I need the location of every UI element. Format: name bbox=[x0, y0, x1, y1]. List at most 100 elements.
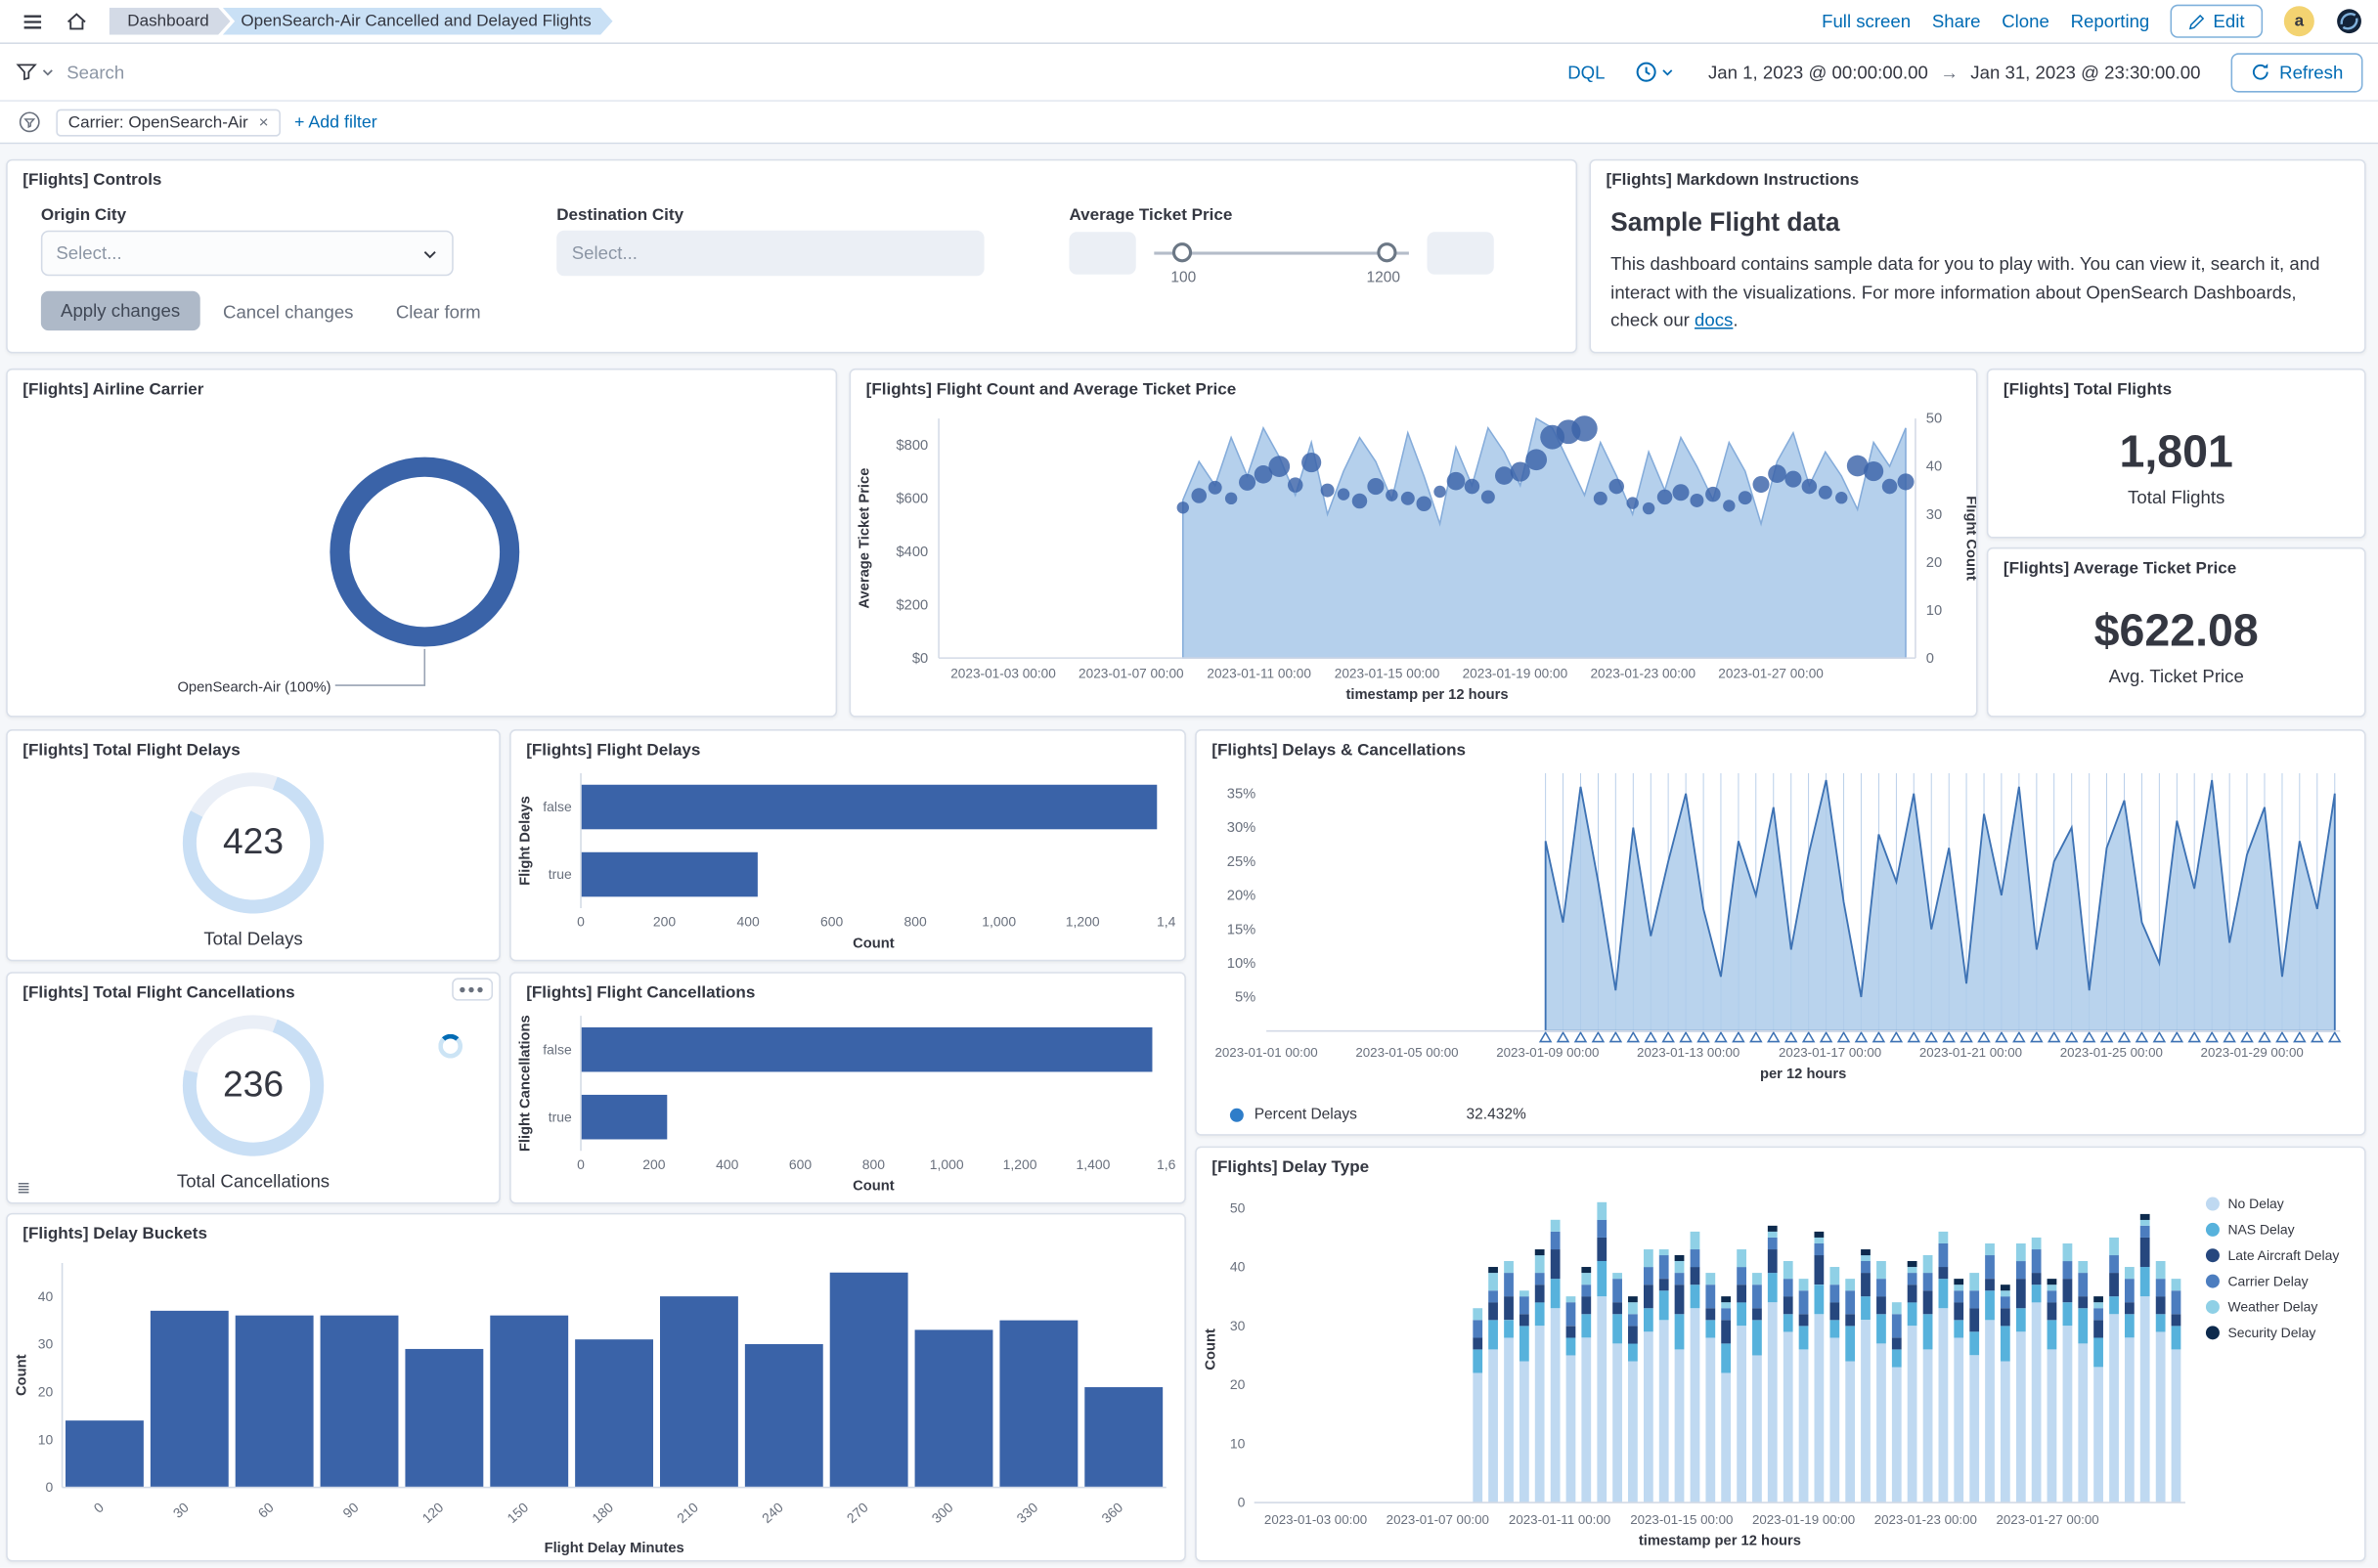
avatar[interactable]: a bbox=[2284, 6, 2314, 36]
svg-text:50: 50 bbox=[1230, 1199, 1246, 1215]
svg-text:Flight Delay Minutes: Flight Delay Minutes bbox=[545, 1541, 684, 1556]
panel-title[interactable]: [Flights] Flight Delays bbox=[511, 731, 1185, 763]
bar-segment bbox=[1488, 1320, 1498, 1349]
apply-changes-button[interactable]: Apply changes bbox=[41, 291, 199, 330]
gauge-label: Total Cancellations bbox=[177, 1170, 330, 1192]
search-input[interactable] bbox=[66, 62, 1546, 83]
cancel-changes-button[interactable]: Cancel changes bbox=[223, 302, 353, 324]
price-max-input[interactable] bbox=[1428, 232, 1494, 274]
bar-segment bbox=[1581, 1314, 1591, 1337]
panel-title[interactable]: [Flights] Markdown Instructions bbox=[1591, 160, 2364, 193]
bar-segment bbox=[1814, 1238, 1824, 1243]
filter-options-button[interactable] bbox=[16, 109, 43, 136]
delay-type-chart[interactable]: 01020304050Count2023-01-03 00:002023-01-… bbox=[1197, 1178, 2364, 1560]
bar-segment bbox=[1488, 1273, 1498, 1290]
total-flights-label: Total Flights bbox=[2128, 486, 2224, 507]
airline-carrier-chart[interactable]: OpenSearch-Air (100%) bbox=[8, 400, 836, 716]
svg-text:210: 210 bbox=[674, 1499, 701, 1526]
bar-segment bbox=[1923, 1255, 1933, 1273]
home-button[interactable] bbox=[59, 5, 92, 38]
refresh-icon bbox=[2251, 63, 2270, 82]
bar-segment bbox=[1829, 1302, 1839, 1320]
edit-button[interactable]: Edit bbox=[2171, 5, 2263, 38]
svg-text:per 12 hours: per 12 hours bbox=[1760, 1067, 1846, 1082]
svg-text:800: 800 bbox=[862, 1156, 886, 1172]
bar-segment bbox=[1939, 1308, 1949, 1503]
panel-title[interactable]: [Flights] Delay Buckets bbox=[8, 1214, 1185, 1246]
close-icon[interactable]: × bbox=[259, 113, 269, 132]
chevron-down-icon bbox=[1661, 65, 1675, 79]
flight-delays-chart[interactable]: 02004006008001,0001,2001,4CountFlight De… bbox=[511, 762, 1185, 960]
bar-segment bbox=[1752, 1355, 1762, 1503]
breadcrumb-dashboard[interactable]: Dashboard bbox=[110, 8, 231, 35]
bar-segment bbox=[1691, 1267, 1700, 1285]
svg-text:Flight Cancellations: Flight Cancellations bbox=[517, 1015, 533, 1152]
annotation-marker bbox=[2013, 1032, 2024, 1041]
legend-toggle-icon[interactable]: ≣ bbox=[17, 1178, 30, 1198]
bar-segment bbox=[1814, 1232, 1824, 1238]
bubble bbox=[1705, 487, 1721, 502]
price-min-input[interactable] bbox=[1069, 232, 1135, 274]
bar-segment bbox=[1752, 1273, 1762, 1285]
menu-button[interactable] bbox=[16, 5, 49, 38]
add-filter-link[interactable]: + Add filter bbox=[294, 113, 377, 132]
bar-segment bbox=[1892, 1302, 1902, 1314]
clone-link[interactable]: Clone bbox=[2002, 11, 2049, 32]
origin-city-select[interactable]: Select... bbox=[41, 231, 454, 277]
bar-segment bbox=[1721, 1308, 1731, 1320]
svg-text:10%: 10% bbox=[1227, 956, 1255, 972]
date-to[interactable]: Jan 31, 2023 @ 23:30:00.00 bbox=[1970, 62, 2200, 83]
price-min-value: 100 bbox=[1170, 270, 1196, 286]
bar-segment bbox=[1597, 1220, 1607, 1238]
date-from[interactable]: Jan 1, 2023 @ 00:00:00.00 bbox=[1708, 62, 1928, 83]
bar-segment bbox=[1737, 1249, 1746, 1267]
refresh-button[interactable]: Refresh bbox=[2231, 53, 2363, 92]
price-slider-handle-min[interactable] bbox=[1172, 242, 1192, 262]
bar-segment bbox=[1768, 1249, 1778, 1273]
logo-icon bbox=[2336, 8, 2363, 35]
bar-segment bbox=[1535, 1255, 1545, 1273]
share-link[interactable]: Share bbox=[1932, 11, 1981, 32]
delay-buckets-chart[interactable]: 010203040CountFlight Delay Minutes030609… bbox=[8, 1244, 1185, 1560]
svg-text:$0: $0 bbox=[912, 651, 928, 667]
dql-button[interactable]: DQL bbox=[1559, 62, 1614, 83]
flight-count-price-chart[interactable]: $0$200$400$600$800010203040502023-01-03 … bbox=[851, 400, 1976, 716]
panel-title[interactable]: [Flights] Delay Type bbox=[1197, 1148, 2364, 1180]
panel-title[interactable]: [Flights] Controls bbox=[8, 160, 1576, 193]
bar-segment bbox=[1845, 1326, 1855, 1361]
price-slider-track[interactable] bbox=[1154, 251, 1409, 254]
panel-title[interactable]: [Flights] Delays & Cancellations bbox=[1197, 731, 2364, 763]
panel-airline-carrier: [Flights] Airline Carrier OpenSearch-Air… bbox=[6, 369, 837, 718]
price-slider-handle-max[interactable] bbox=[1377, 242, 1396, 262]
bar-segment bbox=[1892, 1337, 1902, 1349]
bar-segment bbox=[1814, 1255, 1824, 1285]
bar-segment bbox=[1861, 1255, 1871, 1261]
svg-text:120: 120 bbox=[418, 1499, 446, 1526]
full-screen-link[interactable]: Full screen bbox=[1822, 11, 1911, 32]
total-cancellations-gauge[interactable]: 236 bbox=[176, 1008, 330, 1162]
destination-city-select[interactable]: Select... bbox=[556, 231, 984, 277]
legend-label[interactable]: Percent Delays bbox=[1255, 1107, 1357, 1123]
clear-form-button[interactable]: Clear form bbox=[396, 302, 481, 324]
bar-segment bbox=[2140, 1214, 2150, 1220]
reporting-link[interactable]: Reporting bbox=[2071, 11, 2150, 32]
bar-segment bbox=[1939, 1232, 1949, 1243]
opensearch-logo-icon[interactable] bbox=[2336, 8, 2363, 35]
panel-title[interactable]: [Flights] Flight Cancellations bbox=[511, 974, 1185, 1006]
bar-segment bbox=[2125, 1314, 2135, 1337]
docs-link[interactable]: docs bbox=[1695, 310, 1733, 331]
filter-pill-carrier[interactable]: Carrier: OpenSearch-Air × bbox=[56, 109, 281, 136]
delays-cancellations-chart[interactable]: 5%10%15%20%25%30%35%2023-01-01 00:002023… bbox=[1197, 762, 2364, 1095]
time-picker-quick-menu[interactable] bbox=[1626, 61, 1684, 83]
total-delays-gauge[interactable]: 423 bbox=[176, 765, 330, 920]
flight-cancellations-chart[interactable]: 02004006008001,0001,2001,4001,6CountFlig… bbox=[511, 1004, 1185, 1202]
date-range[interactable]: Jan 1, 2023 @ 00:00:00.00 → Jan 31, 2023… bbox=[1696, 62, 2213, 83]
bar-segment bbox=[1488, 1349, 1498, 1503]
bar-segment bbox=[1675, 1261, 1685, 1273]
svg-text:2023-01-21 00:00: 2023-01-21 00:00 bbox=[1919, 1045, 2022, 1060]
chart-legend[interactable]: Percent Delays 32.432% bbox=[1230, 1107, 1526, 1123]
panel-title[interactable]: [Flights] Flight Count and Average Ticke… bbox=[851, 370, 1976, 402]
panel-title[interactable]: [Flights] Airline Carrier bbox=[8, 370, 836, 402]
annotation-marker bbox=[1785, 1032, 1796, 1041]
saved-query-menu-button[interactable] bbox=[16, 61, 55, 83]
